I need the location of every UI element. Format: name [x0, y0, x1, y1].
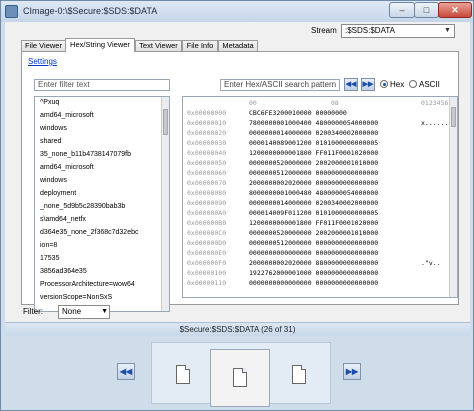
thumbnail-selected[interactable] [210, 349, 270, 407]
list-item[interactable]: s\amd64_netfx [40, 216, 86, 223]
radio-ascii[interactable]: ASCII [409, 80, 440, 89]
strings-list[interactable]: ^Pxuq amd64_microsoft windows shared 35_… [34, 96, 170, 312]
radio-hex-label: Hex [390, 80, 405, 89]
stream-select[interactable]: :$SDS:$DATA ▼ [341, 24, 455, 38]
chevron-down-icon: ▼ [444, 27, 451, 34]
list-item[interactable]: deployment [40, 190, 76, 197]
search-next-button[interactable]: ▶▶ [361, 78, 375, 91]
last-icon: ▶▶ [345, 367, 359, 376]
list-item[interactable]: 35_none_b11b4738147079fb [40, 151, 131, 158]
list-item[interactable]: _none_5d9b5c28390bab3b [40, 203, 125, 210]
status-text: $Secure:$SDS:$DATA (26 of 31) [179, 325, 296, 334]
list-item[interactable]: 3856ad364e35 [40, 268, 87, 275]
list-item[interactable]: shared [40, 138, 61, 145]
prev-icon: ◀◀ [345, 81, 357, 88]
stream-label: Stream [311, 26, 337, 35]
last-item-button[interactable]: ▶▶ [343, 363, 361, 380]
radio-checked-icon [380, 80, 388, 88]
list-item[interactable]: d364e35_none_2f368c7d32ebc [40, 229, 139, 236]
maximize-button[interactable]: □ [414, 2, 439, 18]
scrollbar-thumb[interactable] [163, 109, 168, 135]
list-item[interactable]: versionScope=NonSxS [40, 294, 112, 301]
window-title: CImage-0:\$Secure:$SDS:$DATA [23, 6, 158, 16]
first-item-button[interactable]: ◀◀ [117, 363, 135, 380]
filter-text-input[interactable]: Enter filter text [34, 79, 170, 91]
hex-header-ascii: 01234567 [421, 99, 453, 107]
tab-metadata[interactable]: Metadata [218, 40, 258, 51]
tab-text-viewer[interactable]: Text Viewer [135, 40, 182, 51]
filter-value: None [62, 307, 82, 316]
document-icon[interactable] [176, 365, 190, 384]
scrollbar-thumb[interactable] [451, 107, 456, 127]
radio-hex[interactable]: Hex [380, 80, 404, 89]
thumbnail-strip [151, 342, 331, 407]
hex-search-input[interactable]: Enter Hex/ASCII search pattern [220, 79, 340, 91]
list-scrollbar[interactable] [161, 97, 169, 311]
next-icon: ▶▶ [362, 81, 374, 88]
tab-file-viewer[interactable]: File Viewer [21, 40, 66, 51]
main-area: Stream :$SDS:$DATA ▼ File Viewer Hex/Str… [5, 22, 470, 322]
stream-value: :$SDS:$DATA [345, 26, 395, 35]
list-item[interactable]: 17535 [40, 255, 59, 262]
document-icon [233, 368, 247, 387]
radio-unchecked-icon [409, 80, 417, 88]
app-icon [5, 5, 18, 18]
document-icon[interactable] [292, 365, 306, 384]
first-icon: ◀◀ [119, 367, 133, 376]
list-item[interactable]: amd64_microsoft [40, 164, 94, 171]
close-button[interactable]: ✕ [438, 2, 472, 18]
filter-label: Filter: [23, 307, 43, 316]
hex-grid[interactable]: 00 08 01234567 0x00000000 CBC6FE320001000… [182, 96, 458, 298]
search-prev-button[interactable]: ◀◀ [344, 78, 358, 91]
app-window: CImage-0:\$Secure:$SDS:$DATA – □ ✕ Strea… [0, 0, 474, 411]
hex-header-offset: 00 [249, 99, 257, 107]
hex-scrollbar[interactable] [449, 97, 457, 297]
minimize-button[interactable]: – [389, 2, 415, 18]
list-item[interactable]: windows [40, 125, 67, 132]
tab-file-info[interactable]: File Info [182, 40, 218, 51]
navigation-bar: ◀◀ ▶▶ [5, 336, 470, 408]
radio-ascii-label: ASCII [419, 80, 440, 89]
status-bar: $Secure:$SDS:$DATA (26 of 31) [5, 322, 470, 336]
tab-hex-string-viewer[interactable]: Hex/String Viewer [65, 38, 135, 52]
list-item[interactable]: ^Pxuq [40, 99, 59, 106]
list-item[interactable]: ProcessorArchitecture=wow64 [40, 281, 135, 288]
filter-select[interactable]: None ▼ [58, 305, 110, 319]
hex-string-panel: Settings Enter filter text Enter Hex/ASC… [21, 51, 459, 312]
chevron-down-icon: ▼ [101, 308, 108, 315]
settings-link[interactable]: Settings [28, 57, 57, 66]
title-bar[interactable]: CImage-0:\$Secure:$SDS:$DATA – □ ✕ [1, 1, 473, 22]
hex-header-data: 08 [331, 99, 339, 107]
list-item[interactable]: amd64_microsoft [40, 112, 94, 119]
list-item[interactable]: ion=8 [40, 242, 57, 249]
list-item[interactable]: windows [40, 177, 67, 184]
